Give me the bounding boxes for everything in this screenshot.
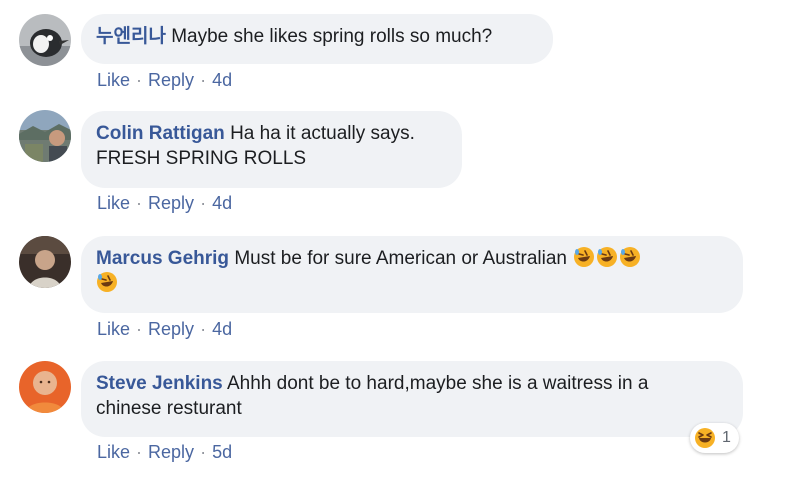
comment-actions: Like · Reply · 4d bbox=[97, 192, 232, 214]
comments-thread: 누엔리나 Maybe she likes spring rolls so muc… bbox=[0, 0, 800, 477]
comment-bubble: Marcus Gehrig Must be for sure American … bbox=[81, 236, 743, 313]
separator: · bbox=[200, 193, 207, 213]
man-orange-avatar-icon[interactable] bbox=[19, 361, 71, 413]
comment-text: Must be for sure American or Australian bbox=[234, 248, 567, 269]
rolling-on-floor-laughing-emoji-icon bbox=[619, 246, 641, 268]
reply-link[interactable]: Reply bbox=[148, 319, 194, 339]
reply-link[interactable]: Reply bbox=[148, 70, 194, 90]
reaction-count: 1 bbox=[722, 429, 731, 446]
comment-timestamp[interactable]: 4d bbox=[212, 70, 232, 90]
reply-link[interactable]: Reply bbox=[148, 193, 194, 213]
comment-text: Ahhh dont be to hard,maybe she is a wait… bbox=[226, 373, 649, 394]
rolling-on-floor-laughing-emoji-icon bbox=[596, 246, 618, 268]
like-link[interactable]: Like bbox=[97, 193, 130, 213]
comment-author[interactable]: Marcus Gehrig bbox=[96, 248, 229, 269]
separator: · bbox=[136, 70, 143, 90]
haha-reaction-icon bbox=[694, 427, 716, 449]
comment-timestamp[interactable]: 4d bbox=[212, 319, 232, 339]
rolling-on-floor-laughing-emoji-icon bbox=[96, 271, 118, 293]
separator: · bbox=[200, 319, 207, 339]
penguin-avatar-icon[interactable] bbox=[19, 14, 71, 66]
reaction-count-button[interactable]: 1 bbox=[690, 423, 739, 453]
comment-bubble: 누엔리나 Maybe she likes spring rolls so muc… bbox=[81, 14, 553, 64]
comment-actions: Like · Reply · 4d bbox=[97, 318, 232, 340]
landscape-avatar-icon[interactable] bbox=[19, 110, 71, 162]
separator: · bbox=[136, 319, 143, 339]
reply-link[interactable]: Reply bbox=[148, 442, 194, 462]
separator: · bbox=[200, 442, 207, 462]
rolling-on-floor-laughing-emoji-icon bbox=[573, 246, 595, 268]
separator: · bbox=[136, 442, 143, 462]
comment-bubble: Steve Jenkins Ahhh dont be to hard,maybe… bbox=[81, 361, 743, 437]
comment-bubble: Colin Rattigan Ha ha it actually says. F… bbox=[81, 111, 462, 188]
man-avatar-icon[interactable] bbox=[19, 236, 71, 288]
comment-author[interactable]: 누엔리나 bbox=[96, 26, 166, 47]
comment-text: Maybe she likes spring rolls so much? bbox=[171, 26, 493, 47]
comment-author[interactable]: Colin Rattigan bbox=[96, 123, 225, 144]
comment-timestamp[interactable]: 5d bbox=[212, 442, 232, 462]
comment-author[interactable]: Steve Jenkins bbox=[96, 373, 223, 394]
separator: · bbox=[136, 193, 143, 213]
comment-actions: Like · Reply · 5d bbox=[97, 441, 232, 463]
comment-text-line2: chinese resturant bbox=[96, 398, 242, 419]
comment-timestamp[interactable]: 4d bbox=[212, 193, 232, 213]
like-link[interactable]: Like bbox=[97, 70, 130, 90]
like-link[interactable]: Like bbox=[97, 319, 130, 339]
comment-text: Ha ha it actually says. bbox=[230, 123, 415, 144]
comment-actions: Like · Reply · 4d bbox=[97, 69, 232, 91]
comment-text-line2: FRESH SPRING ROLLS bbox=[96, 148, 307, 169]
separator: · bbox=[200, 70, 207, 90]
like-link[interactable]: Like bbox=[97, 442, 130, 462]
